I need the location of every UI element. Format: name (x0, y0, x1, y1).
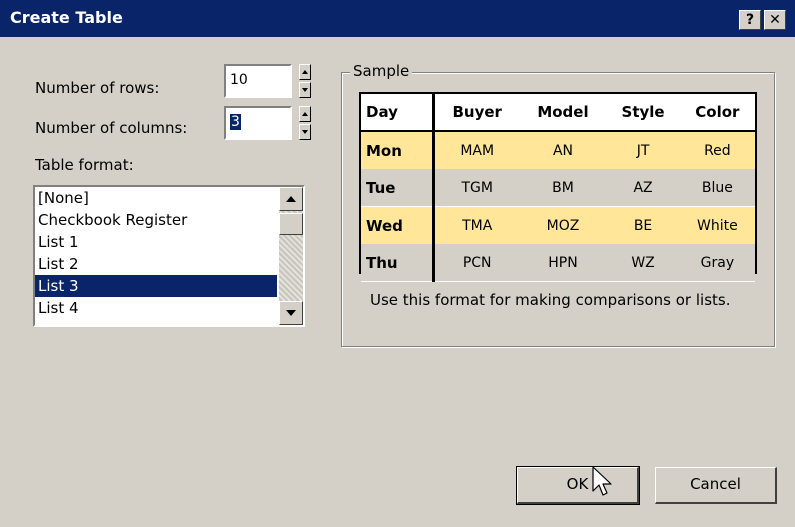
sample-cell: MOZ (519, 206, 607, 244)
columns-input[interactable]: 3 (224, 106, 292, 140)
sample-header-cell: Buyer (433, 94, 520, 132)
window-title: Create Table (10, 8, 123, 27)
sample-cell: BM (519, 169, 607, 207)
cancel-button[interactable]: Cancel (655, 467, 777, 504)
rows-input-value: 10 (230, 72, 248, 88)
close-button[interactable]: ✕ (764, 10, 786, 30)
sample-header-row: Day Buyer Model Style Color (361, 94, 755, 132)
sample-cell: White (679, 206, 755, 244)
sample-header-cell: Day (361, 94, 435, 132)
sample-cell: Blue (679, 169, 755, 207)
table-format-item[interactable]: List 4 (35, 297, 277, 319)
sample-cell: BE (606, 206, 680, 244)
scroll-down-icon[interactable] (279, 301, 303, 325)
columns-label: Number of columns: (35, 119, 188, 137)
rows-spin-up-icon[interactable] (299, 64, 311, 80)
title-bar: Create Table ? ✕ (0, 0, 795, 37)
sample-header-cell: Model (519, 94, 607, 132)
sample-row: Thu PCN HPN WZ Gray (361, 244, 755, 282)
sample-cell: Gray (679, 244, 755, 282)
help-button[interactable]: ? (739, 10, 761, 30)
listbox-scrollbar[interactable] (279, 187, 303, 325)
table-format-label: Table format: (35, 156, 134, 174)
table-format-item[interactable]: List 2 (35, 253, 277, 275)
sample-cell: TGM (433, 169, 520, 207)
sample-cell: JT (606, 131, 680, 169)
sample-row: Tue TGM BM AZ Blue (361, 169, 755, 207)
table-format-item[interactable]: [None] (35, 187, 277, 209)
table-format-item[interactable]: List 3 (35, 275, 277, 297)
scroll-thumb[interactable] (279, 213, 303, 235)
table-format-item[interactable]: List 1 (35, 231, 277, 253)
table-format-item[interactable]: Checkbook Register (35, 209, 277, 231)
sample-day-cell: Tue (361, 169, 435, 207)
columns-spin-down-icon[interactable] (299, 124, 311, 140)
sample-cell: AN (519, 131, 607, 169)
sample-cell: WZ (606, 244, 680, 282)
sample-day-cell: Thu (361, 244, 435, 282)
sample-day-cell: Mon (361, 131, 435, 169)
sample-cell: PCN (433, 244, 520, 282)
sample-cell: Red (679, 131, 755, 169)
table-format-list: [None] Checkbook Register List 1 List 2 List… (35, 187, 277, 319)
sample-table: Day Buyer Model Style Color Mon MAM AN J… (359, 92, 757, 282)
table-format-listbox[interactable]: [None] Checkbook Register List 1 List 2 List… (33, 185, 305, 327)
sample-header-cell: Color (679, 94, 755, 132)
sample-cell: AZ (606, 169, 680, 207)
sample-cell: TMA (433, 206, 520, 244)
columns-spin-up-icon[interactable] (299, 106, 311, 122)
scroll-up-icon[interactable] (279, 187, 303, 211)
mouse-pointer-icon (592, 466, 612, 496)
sample-cell: HPN (519, 244, 607, 282)
rows-label: Number of rows: (35, 79, 160, 97)
rows-input[interactable]: 10 (224, 64, 292, 98)
sample-legend: Sample (350, 62, 413, 80)
sample-row: Wed TMA MOZ BE White (361, 206, 755, 244)
ok-button[interactable]: OK (516, 466, 640, 505)
columns-input-value: 3 (230, 114, 241, 130)
sample-caption: Use this format for making comparisons o… (370, 291, 731, 309)
rows-spinner[interactable] (299, 64, 311, 98)
sample-header-cell: Style (606, 94, 680, 132)
rows-spin-down-icon[interactable] (299, 82, 311, 98)
columns-spinner[interactable] (299, 106, 311, 140)
sample-day-cell: Wed (361, 206, 435, 244)
sample-row: Mon MAM AN JT Red (361, 131, 755, 169)
sample-cell: MAM (433, 131, 520, 169)
